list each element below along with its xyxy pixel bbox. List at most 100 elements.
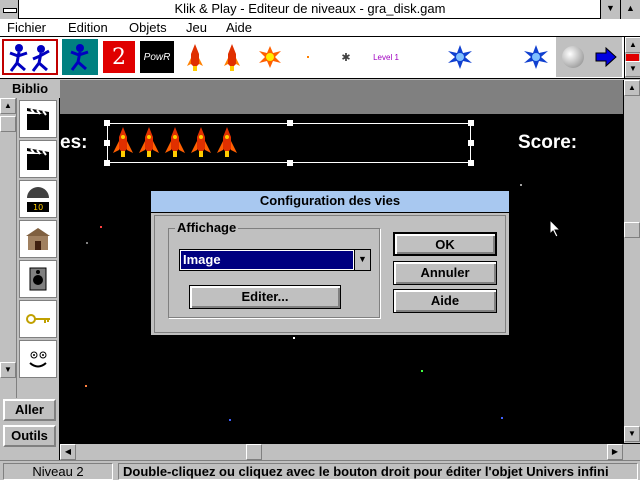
dot-object[interactable] [290,39,326,75]
level-text-object[interactable]: Level 1 [364,39,408,75]
library-scroll-down-icon[interactable]: ▼ [0,362,16,378]
menu-fichier[interactable]: Fichier [7,20,46,35]
star [100,226,102,228]
selection-handle[interactable] [468,140,474,146]
library-item-clapper-2[interactable] [19,140,57,178]
toolbar-scrollbar[interactable]: ▲ ▼ [624,37,640,78]
runner-icon [70,44,89,71]
library-item-clapper[interactable] [19,100,57,138]
object-library-button[interactable] [2,39,58,75]
status-bar: Niveau 2 Double-cliquez ou cliquez avec … [0,460,640,480]
spark-object[interactable]: ✱ [328,39,364,75]
lives-object-selection[interactable] [104,120,474,166]
life-rocket-icon [139,127,159,157]
aller-button[interactable]: Aller [3,399,56,421]
lives-config-dialog: Configuration des vies Affichage Image ▼… [150,190,510,336]
spinner-object-2[interactable] [518,39,554,75]
rocket-object-2[interactable] [214,39,250,75]
library-scroll-thumb[interactable] [0,116,16,132]
display-group-label: Affichage [175,220,239,235]
library-item-counter[interactable]: 10 [19,180,57,218]
title-bar: Klik & Play - Editeur de niveaux - gra_d… [0,0,640,19]
star [501,417,503,419]
clapper-icon [27,108,49,130]
rocket-object[interactable] [177,39,213,75]
library-scrollbar[interactable]: ▲ ▼ [0,98,17,398]
selection-handle[interactable] [468,160,474,166]
minimize-button[interactable]: ▼ [600,0,620,19]
selection-handle[interactable] [468,120,474,126]
selection-handle[interactable] [287,160,293,166]
star [520,184,522,186]
vertical-scroll-thumb[interactable] [624,222,640,238]
life-rocket-icon [217,127,237,157]
edit-button[interactable]: Editer... [189,285,341,309]
library-title: Biblio [0,80,60,98]
star [229,419,231,421]
star [85,385,87,387]
lives-label: es: [60,132,88,153]
toolbar-scroll-up-icon[interactable]: ▲ [625,37,640,53]
vertical-scrollbar[interactable]: ▲ ▼ [623,80,640,443]
system-menu-icon[interactable] [0,0,19,19]
library-item-speaker[interactable] [19,260,57,298]
scroll-right-icon[interactable]: ▶ [607,444,623,460]
explosion-object[interactable] [252,39,288,75]
rocket-icon [224,44,240,71]
library-scroll-up-icon[interactable]: ▲ [0,98,16,114]
arrow-right-icon [595,47,617,67]
cancel-button[interactable]: Annuler [393,261,497,285]
menu-objets[interactable]: Objets [129,20,167,35]
selection-handle[interactable] [104,120,110,126]
scroll-left-icon[interactable]: ◀ [60,444,76,460]
life-rocket-icon [165,127,185,157]
runner-object[interactable] [62,39,98,75]
selection-handle[interactable] [104,160,110,166]
powr-icon: PowR [140,41,174,73]
next-objects-button[interactable] [590,37,622,77]
window-title: Klik & Play - Editeur de niveaux - gra_d… [174,1,446,16]
outils-button[interactable]: Outils [3,425,56,447]
life-rocket-icon [191,127,211,157]
gray-ball-object[interactable] [556,37,590,77]
blue-spinner-icon [448,45,472,69]
number-2-icon: 2 [103,41,135,73]
library-item-key[interactable] [19,300,57,338]
status-level: Niveau 2 [3,463,113,480]
dialog-body: Affichage Image ▼ Editer... OK Annuler A… [154,215,506,333]
smiley-icon [29,351,47,368]
toolbar-scroll-thumb[interactable] [626,54,639,61]
scroll-up-icon[interactable]: ▲ [624,80,640,96]
horizontal-scrollbar[interactable]: ◀ ▶ [60,443,640,460]
star [86,242,88,244]
ok-button[interactable]: OK [393,232,497,256]
building-icon [26,228,50,250]
star [293,337,295,339]
library-item-smiley[interactable] [19,340,57,378]
dialog-title: Configuration des vies [151,191,509,213]
help-button[interactable]: Aide [393,289,497,313]
key-icon [26,314,50,324]
selection-handle[interactable] [104,140,110,146]
powr-object[interactable]: PowR [139,39,175,75]
counter-icon: 10 [27,187,49,212]
selection-handle[interactable] [287,120,293,126]
menu-edition[interactable]: Edition [68,20,108,35]
display-type-select[interactable]: Image ▼ [179,249,371,271]
number-object[interactable]: 2 [101,39,137,75]
dropdown-arrow-icon[interactable]: ▼ [354,250,370,270]
speaker-icon [29,267,47,291]
rocket-icon [187,44,203,71]
spinner-object[interactable] [442,39,478,75]
toolbar-scroll-down-icon[interactable]: ▼ [625,61,640,77]
scroll-down-icon[interactable]: ▼ [624,426,640,442]
menu-aide[interactable]: Aide [226,20,252,35]
library-item-building[interactable] [19,220,57,258]
clapper-icon [27,148,49,170]
lives-rockets [110,125,240,161]
display-type-value: Image [181,251,353,269]
horizontal-scroll-thumb[interactable] [246,444,262,460]
gray-ball-icon [562,46,584,68]
maximize-button[interactable]: ▲ [620,0,640,19]
menu-jeu[interactable]: Jeu [186,20,207,35]
